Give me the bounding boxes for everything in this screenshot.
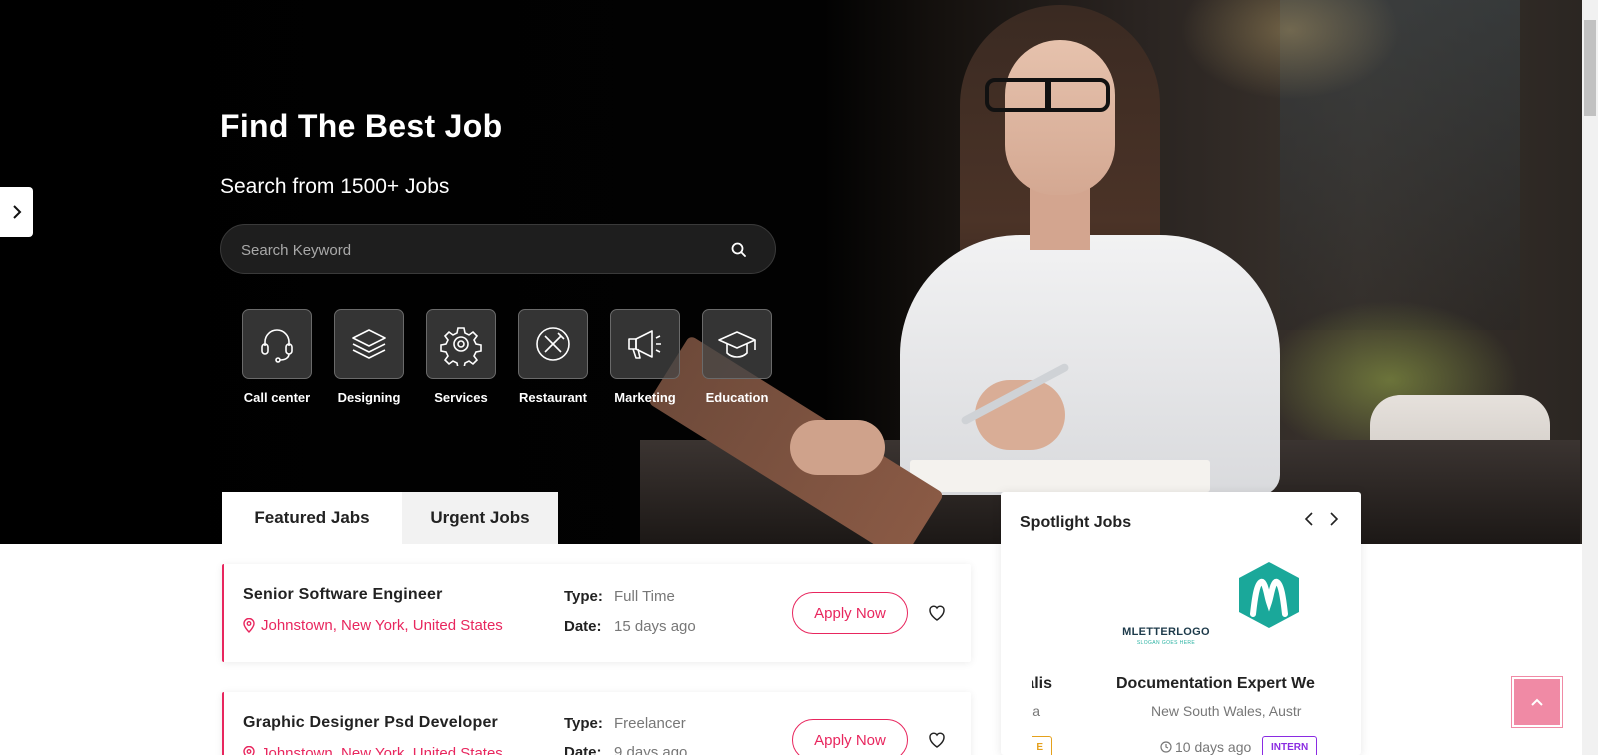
clock-icon bbox=[1160, 741, 1172, 753]
graduation-cap-icon bbox=[702, 309, 772, 379]
company-logo-text: MLETTERLOGO bbox=[1122, 626, 1210, 638]
tab-urgent-jobs[interactable]: Urgent Jobs bbox=[402, 492, 558, 544]
chevron-right-icon[interactable] bbox=[1326, 510, 1342, 528]
hero-photo-woman-shirt bbox=[900, 235, 1280, 495]
job-type: Type: Full Time bbox=[564, 588, 675, 605]
back-to-top-button[interactable] bbox=[1512, 677, 1562, 727]
spotlight-item[interactable]: Specialis nka E bbox=[1032, 550, 1052, 755]
hero-title: Find The Best Job bbox=[220, 108, 503, 144]
company-logo-slogan: SLOGAN GOES HERE bbox=[1136, 640, 1196, 646]
apply-now-button[interactable]: Apply Now bbox=[792, 719, 908, 755]
spotlight-jobs-panel: Spotlight Jobs Specialis nka E bbox=[1001, 492, 1361, 755]
job-date-key: Date: bbox=[564, 618, 602, 635]
spotlight-job-date-text: 10 days ago bbox=[1175, 739, 1252, 755]
spotlight-carousel: Specialis nka E MLETTERLOGO SLOGAN GOES … bbox=[1032, 550, 1332, 755]
chevron-up-icon bbox=[1531, 698, 1543, 706]
map-pin-icon bbox=[243, 618, 255, 633]
hero-photo-hand bbox=[790, 420, 885, 475]
tab-featured-jobs[interactable]: Featured Jabs bbox=[222, 492, 402, 544]
headset-icon bbox=[242, 309, 312, 379]
megaphone-icon bbox=[610, 309, 680, 379]
chevron-right-icon bbox=[12, 205, 21, 219]
spotlight-title: Spotlight Jobs bbox=[1020, 514, 1132, 531]
job-location-text: Johnstown, New York, United States bbox=[261, 745, 503, 755]
search-input[interactable] bbox=[241, 239, 701, 261]
gear-icon bbox=[426, 309, 496, 379]
spotlight-job-badge: E bbox=[1032, 736, 1052, 755]
category-marketing[interactable]: Marketing bbox=[610, 309, 680, 405]
job-card[interactable]: Senior Software Engineer Johnstown, New … bbox=[222, 564, 971, 662]
job-location: Johnstown, New York, United States bbox=[243, 617, 503, 634]
spotlight-job-title[interactable]: Specialis bbox=[1032, 675, 1052, 693]
spotlight-job-title[interactable]: Documentation Expert We bbox=[1116, 675, 1315, 693]
category-services[interactable]: Services bbox=[426, 309, 496, 405]
layers-icon bbox=[334, 309, 404, 379]
hero-subtitle: Search from 1500+ Jobs bbox=[220, 175, 450, 198]
job-card[interactable]: Graphic Designer Psd Developer Johnstown… bbox=[222, 692, 971, 755]
job-type-value: Full Time bbox=[614, 588, 675, 605]
spotlight-job-location: nka bbox=[1032, 703, 1040, 719]
job-location-text: Johnstown, New York, United States bbox=[261, 617, 503, 634]
job-type: Type: Freelancer bbox=[564, 715, 686, 732]
spotlight-job-location: New South Wales, Austr bbox=[1151, 703, 1302, 719]
search-bar bbox=[220, 224, 776, 274]
spotlight-job-badge: INTERN bbox=[1262, 736, 1318, 755]
hero-photo-glasses bbox=[985, 78, 1110, 112]
job-type-key: Type: bbox=[564, 715, 603, 732]
job-title[interactable]: Graphic Designer Psd Developer bbox=[243, 714, 498, 732]
heart-icon[interactable] bbox=[927, 603, 947, 623]
job-date-key: Date: bbox=[564, 744, 602, 755]
apply-now-button[interactable]: Apply Now bbox=[792, 592, 908, 634]
scrollbar-thumb[interactable] bbox=[1584, 20, 1596, 116]
sidebar-toggle-button[interactable] bbox=[0, 187, 33, 237]
job-date-value: 15 days ago bbox=[614, 618, 696, 635]
category-restaurant[interactable]: Restaurant bbox=[518, 309, 588, 405]
search-icon[interactable] bbox=[729, 240, 749, 260]
hero-photo-woman-face bbox=[1005, 40, 1115, 195]
category-designing[interactable]: Designing bbox=[334, 309, 404, 405]
chevron-left-icon[interactable] bbox=[1301, 510, 1317, 528]
company-logo bbox=[1221, 556, 1317, 652]
hero-photo-notebook bbox=[910, 460, 1210, 492]
spotlight-item[interactable]: MLETTERLOGO SLOGAN GOES HERE Documentati… bbox=[1116, 550, 1332, 755]
job-title[interactable]: Senior Software Engineer bbox=[243, 586, 443, 604]
job-date: Date: 15 days ago bbox=[564, 618, 696, 635]
spotlight-job-date: 10 days ago bbox=[1160, 739, 1251, 755]
job-location: Johnstown, New York, United States bbox=[243, 745, 503, 755]
map-pin-icon bbox=[243, 746, 255, 755]
heart-icon[interactable] bbox=[927, 730, 947, 750]
job-type-key: Type: bbox=[564, 588, 603, 605]
job-date: Date: 9 days ago bbox=[564, 744, 687, 755]
page-scrollbar[interactable] bbox=[1582, 0, 1598, 755]
category-education[interactable]: Education bbox=[702, 309, 772, 405]
category-label: Education bbox=[705, 390, 769, 405]
hero-banner: Find The Best Job Search from 1500+ Jobs… bbox=[0, 0, 1582, 544]
job-type-value: Freelancer bbox=[614, 715, 686, 732]
fork-knife-icon bbox=[518, 309, 588, 379]
job-date-value: 9 days ago bbox=[614, 744, 688, 755]
category-call-center[interactable]: Call center bbox=[242, 309, 312, 405]
